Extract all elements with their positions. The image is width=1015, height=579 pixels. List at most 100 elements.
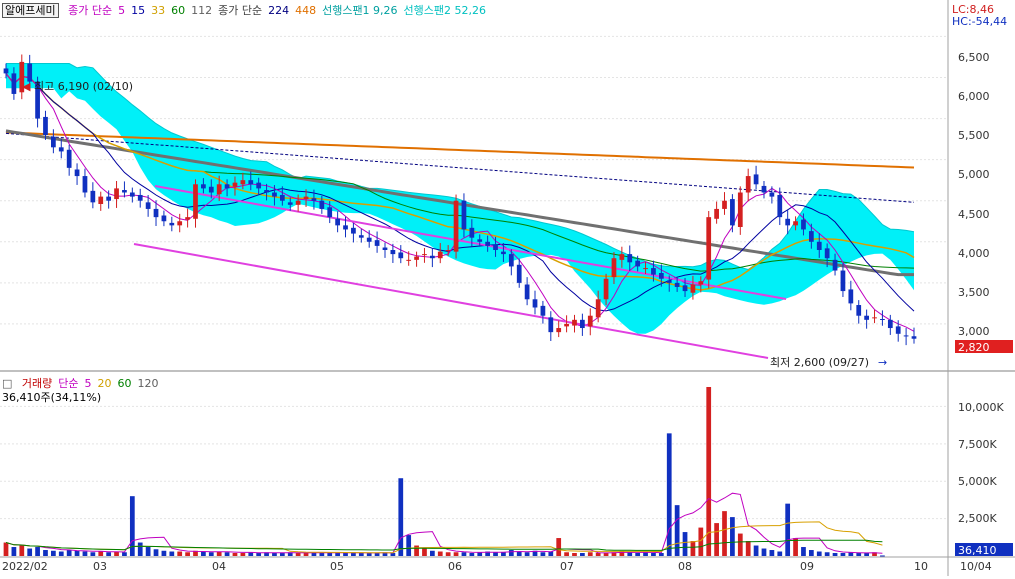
candle-body (532, 299, 538, 308)
volume-bar (208, 552, 214, 556)
volume-bar (603, 553, 609, 556)
volume-bar (651, 553, 656, 556)
candle-body (422, 254, 427, 256)
candle-body (880, 319, 885, 320)
high-annotation: 최고 6,190 (02/10) (34, 80, 133, 93)
volume-bar (335, 553, 340, 556)
candle-body (429, 255, 435, 259)
candle-body (351, 227, 356, 234)
candle-body (295, 200, 301, 205)
volume-bar (730, 517, 735, 556)
candle-body (745, 176, 751, 193)
volume-bar (816, 551, 822, 556)
stock-name-box[interactable]: 알에프세미 (2, 3, 59, 18)
candle-body (651, 268, 656, 275)
chart-canvas[interactable]: 6,500 6,000 5,500 5,000 4,500 4,000 3,50… (0, 0, 1015, 576)
price-tick: 4,000 (958, 247, 990, 260)
candle-body (3, 68, 9, 74)
x-tick: 09 (800, 560, 814, 573)
candle-body (682, 285, 688, 292)
volume-bar (51, 550, 56, 556)
candle-body (477, 239, 483, 242)
price-legend-item: 448 (295, 4, 317, 17)
volume-bar (690, 541, 696, 556)
volume-bar (540, 552, 546, 556)
candle-body (366, 237, 372, 242)
volume-bar (880, 555, 885, 557)
candle-body (169, 222, 175, 226)
volume-bar (666, 433, 672, 556)
volume-bar (564, 552, 569, 556)
candle-body (698, 281, 704, 285)
price-tick: 6,000 (958, 90, 990, 103)
volume-bar (201, 551, 206, 556)
candle-body (556, 328, 562, 333)
candle-body (406, 259, 412, 261)
candle-body (66, 149, 72, 168)
candle-body (216, 184, 222, 195)
volume-bar (161, 550, 167, 556)
price-tick: 5,500 (958, 129, 990, 142)
volume-bar (122, 552, 127, 556)
candle-body (730, 199, 735, 226)
candle-body (114, 188, 119, 200)
price-legend-item: 선행스팬1 9,26 (322, 4, 398, 17)
candle-body (311, 198, 317, 201)
candle-body (445, 250, 451, 251)
price-legend-item: 5 (118, 4, 126, 17)
volume-bar (82, 551, 88, 556)
volume-bar (414, 545, 419, 556)
candle-body (58, 147, 64, 152)
volume-bar (185, 552, 190, 556)
volume-bar (785, 503, 791, 556)
candle-body (469, 227, 475, 238)
candle-body (122, 190, 127, 193)
candle-body (887, 319, 893, 329)
volume-bar (469, 553, 475, 556)
volume-value: 36,410주(34,11%) (2, 391, 102, 404)
candle-body (564, 323, 569, 327)
volume-bar (66, 550, 72, 556)
volume-bar (437, 551, 443, 556)
candle-body (129, 192, 135, 197)
volume-bar (698, 527, 704, 556)
candle-body (769, 192, 775, 197)
x-tick: 05 (330, 560, 344, 573)
volume-bar (461, 552, 467, 556)
volume-bar (240, 553, 246, 556)
candle-body (761, 185, 767, 193)
volume-bar (106, 552, 112, 556)
candle-body (872, 317, 877, 319)
volume-bar (272, 553, 277, 556)
volume-bar (343, 553, 348, 556)
volume-bar (177, 551, 183, 556)
candle-body (137, 194, 143, 201)
volume-bar (493, 552, 498, 556)
candle-body (272, 192, 277, 197)
volume-bar (745, 541, 751, 556)
volume-bar (303, 553, 309, 556)
candle-body (587, 315, 593, 327)
candle-body (43, 116, 48, 135)
volume-bar (406, 535, 412, 556)
volume-bar (319, 553, 325, 556)
candle-body (816, 241, 822, 250)
candle-body (224, 184, 230, 189)
candle-body (832, 259, 838, 271)
volume-bar (587, 552, 593, 556)
volume-bar (232, 553, 238, 556)
candle-body (90, 190, 96, 203)
candle-body (82, 176, 88, 193)
candle-body (145, 202, 151, 209)
volume-bar (35, 547, 40, 556)
volume-bar (840, 553, 846, 556)
volume-bar (635, 553, 641, 556)
price-legend-item: 15 (131, 4, 146, 17)
candle (706, 210, 712, 289)
candle-body (501, 251, 506, 255)
candle-body (524, 284, 530, 300)
price-legend-item: 선행스팬2 52,26 (403, 4, 487, 17)
volume-bar (508, 550, 514, 556)
volume-bar (169, 551, 175, 556)
candle-body (856, 305, 862, 316)
